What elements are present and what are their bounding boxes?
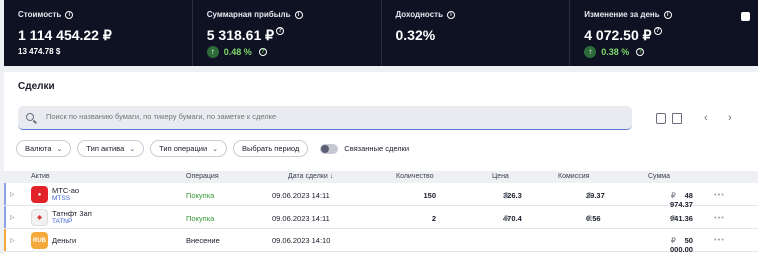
stat-value: 0.32% [395, 27, 436, 43]
column-commission[interactable]: Комиссия [558, 173, 589, 180]
rub-logo-icon: RUB [31, 232, 48, 249]
info-icon[interactable]: i [447, 10, 455, 19]
more-menu-icon[interactable]: ••• [714, 190, 725, 199]
search-box[interactable] [18, 106, 632, 130]
column-sum[interactable]: Сумма [648, 173, 670, 180]
arrow-up-icon: ↑ [584, 46, 597, 58]
asset-name: Татнфт 3ап [52, 209, 92, 218]
quantity: 150 [423, 191, 436, 200]
search-icon [26, 113, 34, 121]
info-icon[interactable]: ? [653, 27, 662, 35]
chevron-left-icon[interactable]: ‹ [704, 112, 708, 124]
stat-value: 5 318.61 ₽ [206, 27, 275, 43]
column-date[interactable]: Дата сделки ↓ [288, 173, 333, 180]
stat-sub-value: 13 474.78 $ [18, 47, 61, 56]
arrow-up-icon: ↑ [206, 46, 219, 58]
quantity: 2 [431, 214, 436, 223]
asset-ticker[interactable]: MTSS [52, 195, 70, 202]
more-menu-icon[interactable]: ••• [714, 213, 725, 222]
stat-value: 1 114 454.22 ₽ [18, 27, 112, 43]
chevron-right-icon[interactable]: › [728, 112, 732, 124]
filters-bar: Валюта ⌄ Тип актива ⌄ Тип операции ⌄ Выбрат… [16, 140, 409, 157]
info-icon[interactable]: ? [636, 48, 645, 56]
table-header: Актив Операция Дата сделки ↓ Количество … [4, 171, 758, 183]
layout-toggle-icon[interactable] [672, 113, 682, 124]
portfolio-stats-bar: Стоимость i 1 114 454.22 ₽ 13 474.78 $ Су… [4, 0, 758, 66]
stat-value-total: Стоимость i 1 114 454.22 ₽ 13 474.78 $ [4, 0, 192, 66]
info-icon[interactable]: ? [276, 27, 285, 35]
info-icon[interactable]: i [663, 10, 672, 19]
chevron-down-icon: ⌄ [56, 145, 63, 153]
deal-date: 09.06.2023 14:10 [272, 236, 331, 245]
column-asset[interactable]: Актив [31, 173, 50, 180]
info-icon[interactable]: i [294, 10, 303, 19]
linked-deals-toggle[interactable] [320, 143, 339, 154]
mts-logo-icon: ● [31, 186, 48, 203]
stat-value: 4 072.50 ₽ [584, 27, 652, 43]
more-menu-icon[interactable]: ••• [714, 235, 725, 244]
stat-gain: 0.48 % [223, 47, 252, 57]
export-file-icon[interactable] [656, 113, 666, 124]
deal-date: 09.06.2023 14:11 [272, 214, 330, 223]
deals-panel: Сделки ‹ › Валюта⌄ Тип актива⌄ Тип опера… [4, 72, 758, 254]
stat-label: Изменение за день [584, 10, 660, 19]
filter-operation-type[interactable]: Тип операции ⌄ [150, 140, 228, 157]
table-row[interactable]: ▷ RUB Деньги Внесение 09.06.2023 14:10 5… [4, 229, 758, 254]
asset-name: Деньги [52, 236, 77, 245]
linked-deals-label: Связанные сделки [344, 144, 410, 153]
asset-ticker[interactable]: TATNP [52, 218, 72, 225]
column-price[interactable]: Цена [492, 173, 509, 180]
chevron-down-icon: ⌄ [129, 145, 136, 153]
stat-gain: 0.38 % [601, 47, 630, 57]
search-input[interactable] [46, 112, 616, 121]
filter-asset-type[interactable]: Тип актива ⌄ [77, 140, 145, 157]
table-row[interactable]: ▷ ◆ Татнфт 3ап TATNP Покупка 09.06.2023 … [4, 206, 758, 229]
expand-icon[interactable]: ▷ [10, 191, 15, 198]
column-operation[interactable]: Операция [186, 173, 219, 180]
filter-currency[interactable]: Валюта ⌄ [16, 140, 72, 157]
operation: Покупка [186, 214, 215, 223]
stat-label: Стоимость [18, 10, 62, 19]
operation: Внесение [186, 236, 220, 245]
select-period-button[interactable]: Выбрать период [233, 140, 309, 157]
asset-name: МТС-ао [52, 186, 80, 195]
page-title: Сделки [18, 81, 55, 92]
table-row[interactable]: ▷ ● МТС-ао MTSS Покупка 09.06.2023 14:11… [4, 183, 758, 209]
stat-day-change: Изменение за день i 4 072.50 ₽? ↑ 0.38 %? [569, 0, 758, 66]
expand-icon[interactable]: ▷ [10, 237, 15, 244]
stat-label: Суммарная прибыль [206, 10, 291, 19]
stat-yield: Доходность i 0.32% [380, 0, 570, 66]
info-icon[interactable]: ? [258, 48, 267, 56]
deal-date: 09.06.2023 14:11 [272, 191, 330, 200]
briefcase-icon[interactable] [741, 12, 750, 21]
expand-icon[interactable]: ▷ [10, 214, 15, 221]
info-icon[interactable]: i [65, 10, 74, 19]
stat-total-profit: Суммарная прибыль i 5 318.61 ₽? ↑ 0.48 %? [191, 0, 381, 66]
column-quantity[interactable]: Количество [396, 173, 434, 180]
operation: Покупка [186, 191, 215, 200]
chevron-down-icon: ⌄ [212, 145, 219, 153]
stat-label: Доходность [395, 10, 444, 19]
tatneft-logo-icon: ◆ [31, 209, 48, 226]
